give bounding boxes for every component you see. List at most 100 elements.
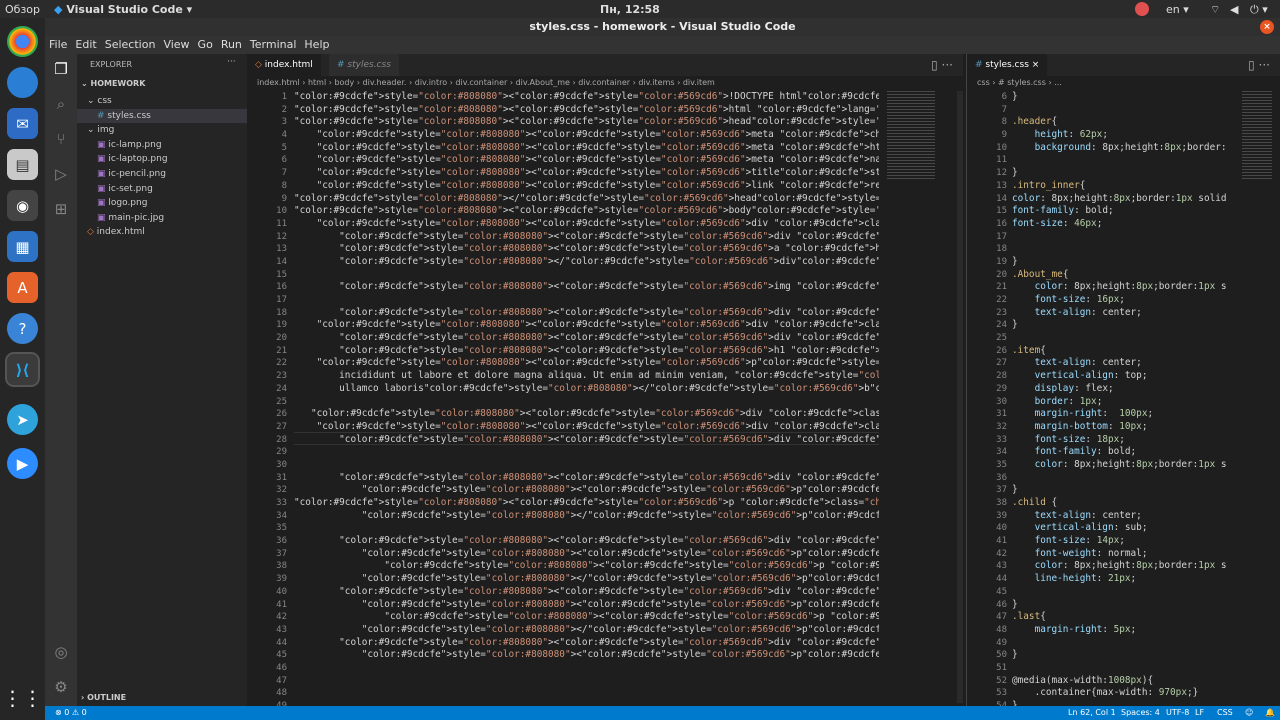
menu-go[interactable]: Go: [198, 36, 213, 54]
code-line[interactable]: "color:#9cdcfe">style="color:#808080"></…: [294, 573, 879, 586]
code-line[interactable]: @media(max-width:1008px){: [1012, 675, 1227, 688]
code-line[interactable]: [1012, 332, 1227, 345]
code-line[interactable]: .header{: [1012, 116, 1227, 129]
code-line[interactable]: "color:#9cdcfe">style="color:#808080"><"…: [294, 180, 879, 193]
code-line[interactable]: font-size: 18px;: [1012, 434, 1227, 447]
code-line[interactable]: font-size: 14px;: [1012, 535, 1227, 548]
project-root[interactable]: ⌄ HOMEWORK: [81, 79, 145, 88]
minimap[interactable]: [887, 91, 935, 181]
outline-section[interactable]: › OUTLINE: [81, 693, 126, 702]
code-line[interactable]: "color:#9cdcfe">style="color:#808080"><"…: [294, 281, 879, 294]
zoom-icon[interactable]: ▶: [7, 448, 38, 479]
code-line[interactable]: [294, 675, 879, 688]
code-line[interactable]: "color:#9cdcfe">style="color:#808080"><"…: [294, 497, 879, 510]
code-line[interactable]: [1012, 231, 1227, 244]
telegram-icon[interactable]: ➤: [7, 404, 38, 435]
code-line[interactable]: ullamco laboris"color:#9cdcfe">style="co…: [294, 383, 879, 396]
code-line[interactable]: "color:#9cdcfe">style="color:#808080"></…: [294, 624, 879, 637]
files-icon[interactable]: ▤: [7, 149, 38, 180]
vscode-icon[interactable]: ⟩⟨: [5, 352, 40, 387]
code-line[interactable]: "color:#9cdcfe">style="color:#808080"><"…: [294, 408, 879, 421]
code-line[interactable]: text-align: center;: [1012, 510, 1227, 523]
code-line[interactable]: "color:#9cdcfe">style="color:#808080"><"…: [294, 307, 879, 320]
code-line[interactable]: [1012, 154, 1227, 167]
menu-run[interactable]: Run: [221, 36, 242, 54]
code-line[interactable]: font-size: 46px;: [1012, 218, 1227, 231]
settings-gear-icon[interactable]: ⚙: [51, 677, 71, 697]
code-line[interactable]: color: 8px;height:8px;border:1px solid #…: [1012, 560, 1227, 573]
code-line[interactable]: [294, 396, 879, 409]
code-line[interactable]: incididunt ut labore et dolore magna ali…: [294, 370, 879, 383]
code-line[interactable]: .item{: [1012, 345, 1227, 358]
problems-indicator[interactable]: ⊗ 0 ⚠ 0: [55, 706, 87, 720]
feedback-icon[interactable]: ☺: [1245, 706, 1253, 720]
minimap[interactable]: [1242, 91, 1272, 181]
cursor-position[interactable]: Ln 62, Col 1: [1068, 706, 1116, 720]
code-line[interactable]: }: [1012, 649, 1227, 662]
code-line[interactable]: margin-right: 5px;: [1012, 624, 1227, 637]
menu-selection[interactable]: Selection: [105, 36, 156, 54]
code-line[interactable]: "color:#9cdcfe">style="color:#808080"><"…: [294, 548, 879, 561]
more-actions-icon[interactable]: ···: [227, 57, 236, 67]
tree-item[interactable]: ▣ ic-set.png: [77, 182, 247, 196]
code-line[interactable]: "color:#9cdcfe">style="color:#808080"><"…: [294, 484, 879, 497]
code-line[interactable]: line-height: 21px;: [1012, 573, 1227, 586]
code-line[interactable]: [1012, 243, 1227, 256]
tree-item[interactable]: ▣ ic-lamp.png: [77, 138, 247, 152]
code-line[interactable]: "color:#9cdcfe">style="color:#808080"><"…: [294, 332, 879, 345]
code-line[interactable]: "color:#9cdcfe">style="color:#808080"><"…: [294, 599, 879, 612]
language-indicator[interactable]: en ▾: [1166, 3, 1189, 16]
breadcrumb[interactable]: index.html › html › body › div.header. ›…: [247, 76, 963, 90]
code-line[interactable]: "color:#9cdcfe">style="color:#808080"><"…: [294, 205, 879, 218]
tree-item[interactable]: ▣ ic-laptop.png: [77, 152, 247, 166]
code-line[interactable]: "color:#9cdcfe">style="color:#808080"><"…: [294, 586, 879, 599]
close-window-icon[interactable]: ×: [1260, 20, 1274, 34]
code-line[interactable]: color: 8px;height:8px;border:1px solid #…: [1012, 193, 1227, 206]
code-line[interactable]: color: 8px;height:8px;border:1px solid #…: [1012, 459, 1227, 472]
vertical-scrollbar[interactable]: [957, 91, 963, 703]
run-debug-icon[interactable]: ▷: [51, 164, 71, 184]
code-line[interactable]: "color:#9cdcfe">style="color:#808080"><"…: [294, 218, 879, 231]
code-line[interactable]: text-align: center;: [1012, 307, 1227, 320]
menu-edit[interactable]: Edit: [75, 36, 96, 54]
show-applications-icon[interactable]: ⋮⋮: [3, 682, 43, 713]
code-line[interactable]: "color:#9cdcfe">style="color:#808080"><"…: [294, 611, 879, 624]
menu-file[interactable]: File: [49, 36, 67, 54]
code-line[interactable]: [294, 459, 879, 472]
tree-item[interactable]: ⌄ img: [77, 123, 247, 137]
tree-item[interactable]: ▣ logo.png: [77, 196, 247, 210]
code-line[interactable]: "color:#9cdcfe">style="color:#808080"><"…: [294, 154, 879, 167]
code-line[interactable]: border: 1px;: [1012, 396, 1227, 409]
software-center-icon[interactable]: A: [7, 272, 38, 303]
tree-item[interactable]: # styles.css: [77, 108, 247, 123]
indentation[interactable]: Spaces: 4: [1121, 706, 1160, 720]
rhythmbox-icon[interactable]: ◉: [7, 190, 38, 221]
code-line[interactable]: .child {: [1012, 497, 1227, 510]
code-line[interactable]: "color:#9cdcfe">style="color:#808080"><"…: [294, 345, 879, 358]
code-line[interactable]: }: [1012, 167, 1227, 180]
extensions-icon[interactable]: ⊞: [51, 199, 71, 219]
code-line[interactable]: "color:#9cdcfe">style="color:#808080"><"…: [294, 129, 879, 142]
menu-view[interactable]: View: [163, 36, 189, 54]
code-line[interactable]: font-size: 16px;: [1012, 294, 1227, 307]
code-line[interactable]: "color:#9cdcfe">style="color:#808080"></…: [294, 256, 879, 269]
tab-index-html[interactable]: ◇ index.html: [247, 54, 321, 76]
code-line[interactable]: "color:#9cdcfe">style="color:#808080"><"…: [294, 231, 879, 244]
code-line[interactable]: .About_me{: [1012, 269, 1227, 282]
tab-styles-css[interactable]: # styles.css ×: [967, 54, 1048, 76]
notifications-icon[interactable]: 🔔: [1265, 706, 1275, 720]
code-line[interactable]: }: [1012, 599, 1227, 612]
code-line[interactable]: height: 62px;: [1012, 129, 1227, 142]
tree-item[interactable]: ▣ main-pic.jpg: [77, 211, 247, 225]
activities-button[interactable]: Обзор: [5, 3, 40, 16]
tree-item[interactable]: ◇ index.html: [77, 225, 247, 239]
account-icon[interactable]: ◎: [51, 642, 71, 662]
code-line[interactable]: [294, 446, 879, 459]
code-line[interactable]: "color:#9cdcfe">style="color:#808080"></…: [294, 510, 879, 523]
code-line[interactable]: "color:#9cdcfe">style="color:#808080"><"…: [294, 357, 879, 370]
close-tab-icon[interactable]: ×: [1032, 60, 1040, 70]
power-icon[interactable]: ⏻ ▾: [1250, 3, 1268, 17]
update-badge-icon[interactable]: [1135, 2, 1149, 16]
code-line[interactable]: [1012, 637, 1227, 650]
code-area-html[interactable]: "color:#9cdcfe">style="color:#808080"><"…: [294, 91, 879, 713]
